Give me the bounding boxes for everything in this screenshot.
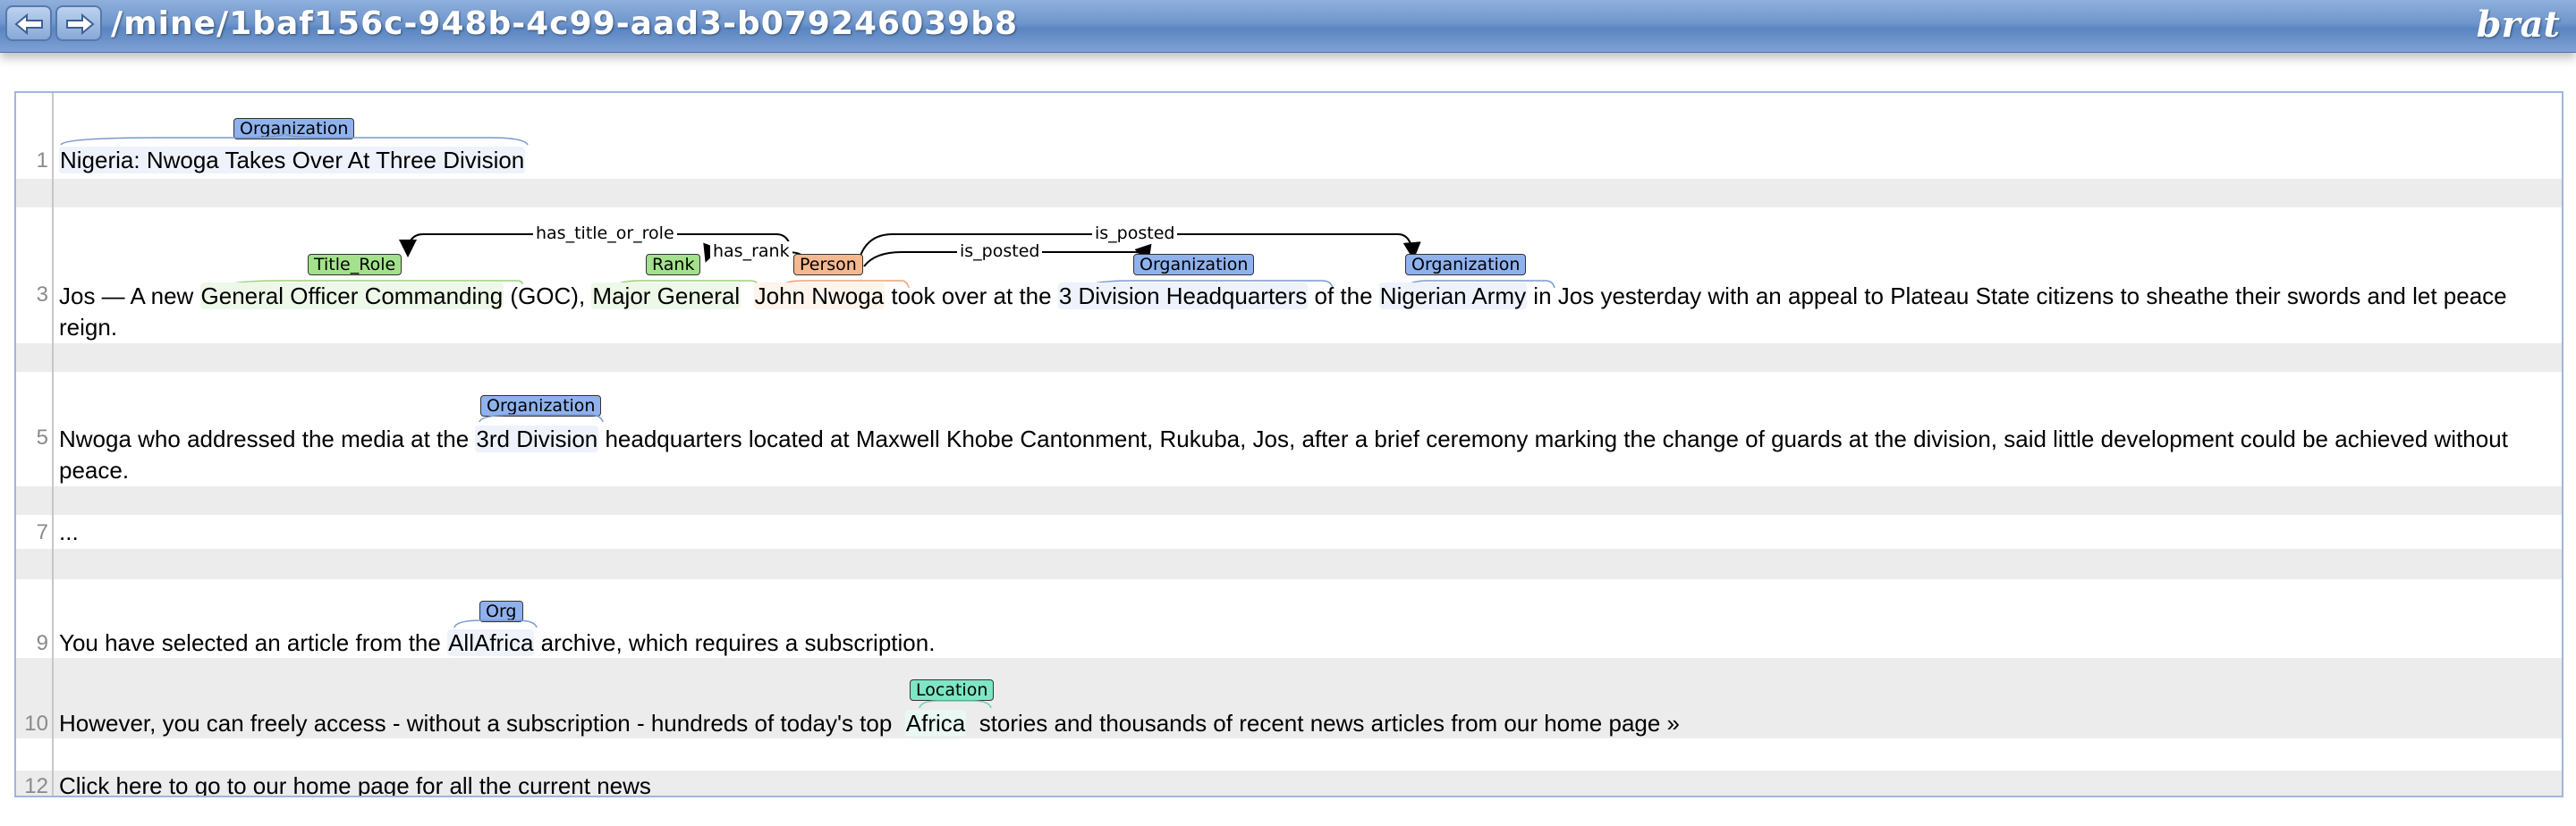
- brat-logo: brat: [2476, 4, 2560, 46]
- header-bar: /mine/1baf156c-948b-4c99-aad3-b079246039…: [0, 0, 2576, 53]
- entity-span-location[interactable]: Africa: [904, 710, 967, 737]
- sentence-10: However, you can freely access - without…: [59, 710, 1680, 738]
- text-segment: of the: [1308, 282, 1379, 309]
- forward-button[interactable]: [55, 5, 102, 41]
- entity-span-organization[interactable]: 3 Division Headquarters: [1057, 282, 1309, 309]
- line-number: 12: [24, 774, 48, 797]
- line-number: 10: [24, 712, 48, 736]
- sentence-12[interactable]: Click here to go to our home page for al…: [59, 772, 651, 796]
- arrow-left-icon: [14, 13, 43, 36]
- back-button[interactable]: [5, 5, 52, 41]
- text-segment: stories and thousands of recent news art…: [966, 710, 1681, 737]
- annotation-label-organization[interactable]: Organization: [1405, 254, 1527, 275]
- document-panel: Organization 1 Nigeria: Nwoga Takes Over…: [14, 91, 2563, 797]
- span-bracket: [919, 700, 992, 709]
- arrow-right-icon: [66, 13, 95, 36]
- relation-label-is-posted[interactable]: is_posted: [1092, 223, 1178, 243]
- annotation-label-organization[interactable]: Organization: [1133, 254, 1255, 275]
- document-path[interactable]: /mine/1baf156c-948b-4c99-aad3-b079246039…: [111, 5, 1018, 42]
- entity-span-organization[interactable]: Nigerian Army: [1378, 282, 1528, 309]
- text-segment: However, you can freely access - without…: [59, 710, 905, 737]
